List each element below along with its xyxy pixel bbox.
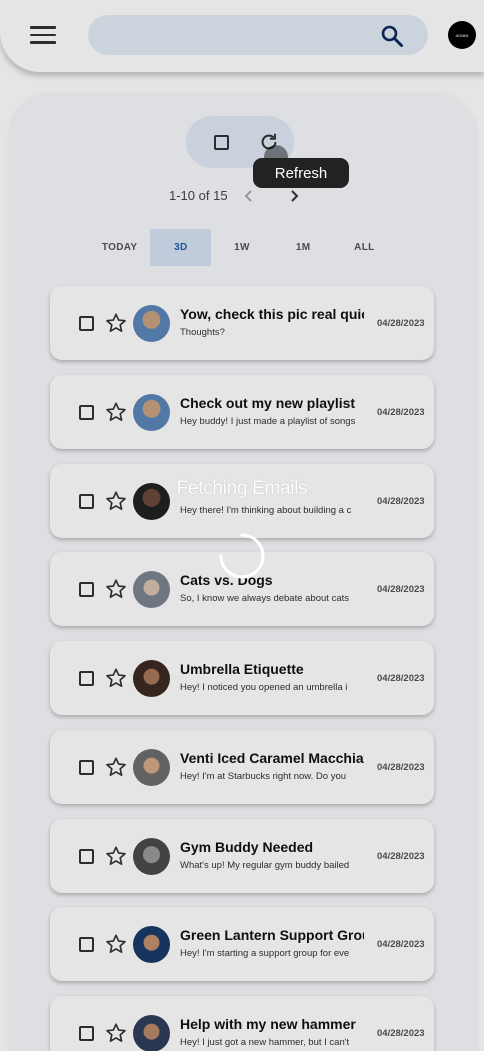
loading-overlay [0,0,484,1051]
refresh-tooltip: Refresh [253,158,349,188]
loading-spinner-icon [219,533,265,579]
loading-text: Fetching Emails [176,478,308,499]
